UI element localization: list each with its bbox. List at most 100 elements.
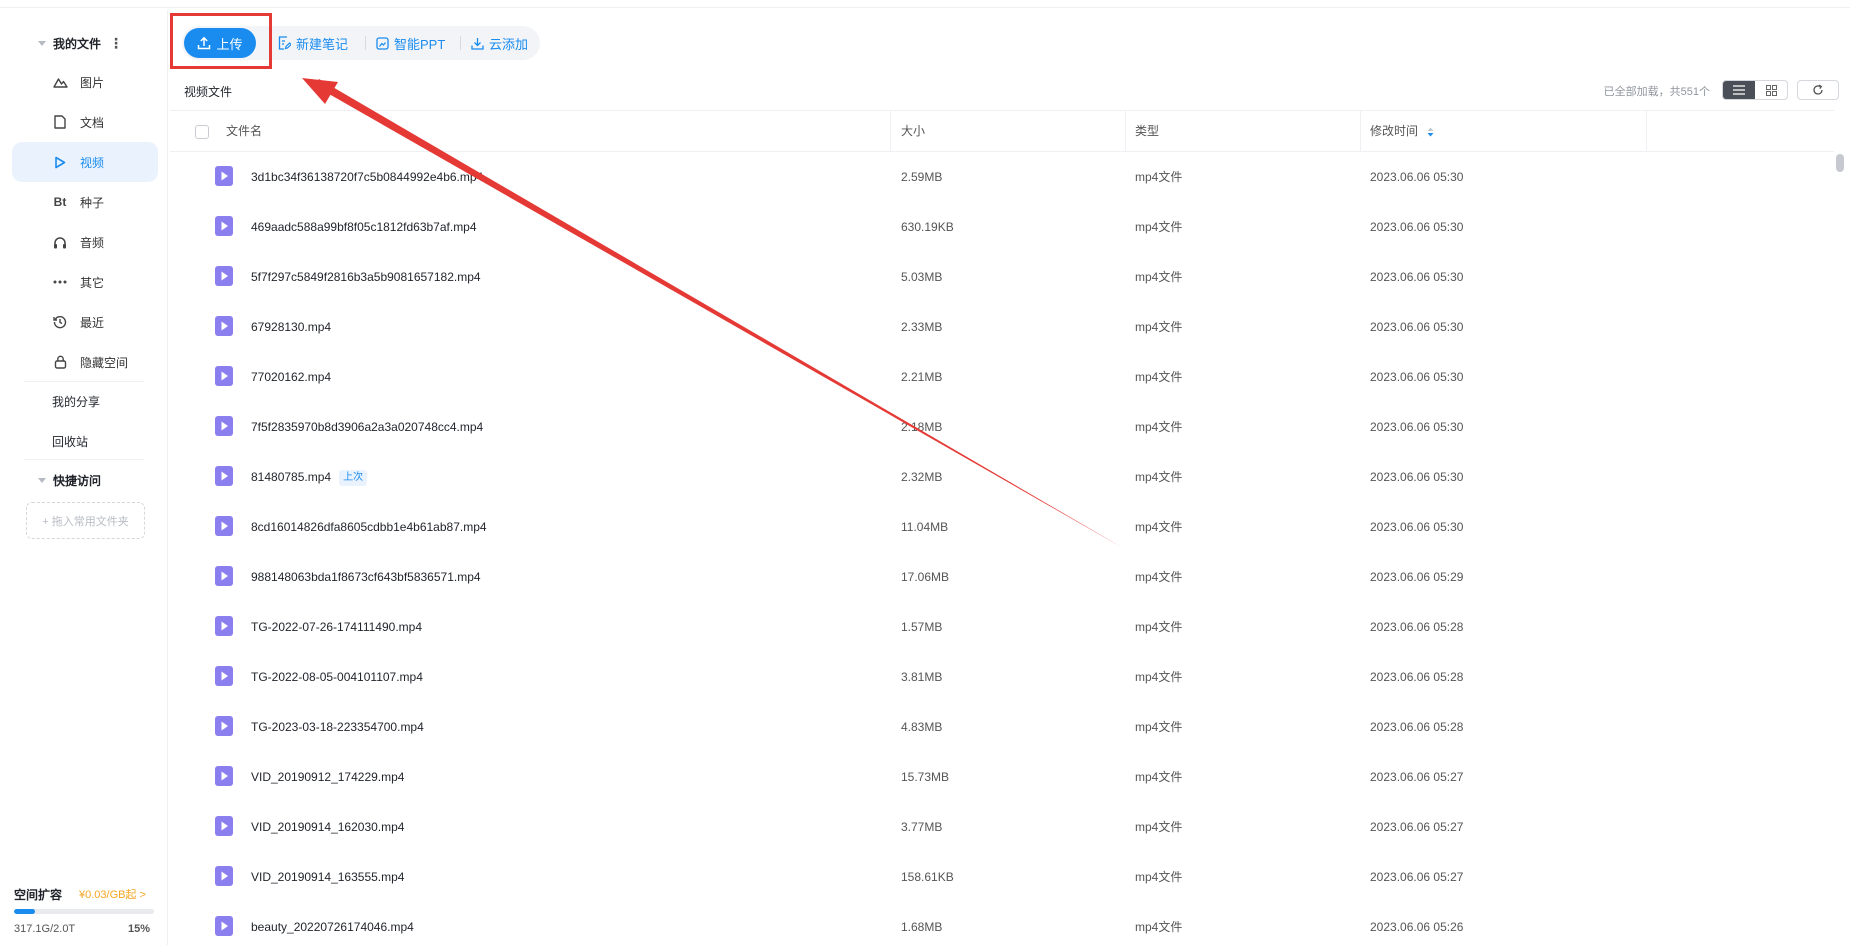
file-modified: 2023.06.06 05:28 (1370, 670, 1464, 684)
file-name[interactable]: 988148063bda1f8673cf643bf5836571.mp4 (251, 552, 481, 602)
quick-access-label: 快捷访问 (53, 473, 102, 488)
table-row[interactable]: 77020162.mp4 2.21MB mp4文件 2023.06.06 05:30 (170, 352, 1834, 402)
file-name[interactable]: TG-2022-08-05-004101107.mp4 (251, 652, 423, 702)
file-name[interactable]: TG-2023-03-18-223354700.mp4 (251, 702, 424, 752)
table-row[interactable]: VID_20190914_162030.mp4 3.77MB mp4文件 2023.0… (170, 802, 1834, 852)
quota-price-link[interactable]: ¥0.03/GB起 > (79, 886, 146, 902)
sidebar-item-audio[interactable]: 音频 (12, 222, 158, 262)
quick-access-header[interactable]: 快捷访问 (0, 469, 101, 491)
sidebar-item-hidden-space[interactable]: 隐藏空间 (12, 342, 158, 382)
collapse-triangle-icon (38, 40, 46, 46)
table-row[interactable]: 7f5f2835970b8d3906a2a3a020748cc4.mp4 2.18… (170, 402, 1834, 452)
column-header-modified[interactable]: 修改时间 (1370, 111, 1434, 151)
file-name[interactable]: beauty_20220726174046.mp4 (251, 902, 414, 945)
quota-percent-text: 15% (128, 923, 151, 935)
table-row[interactable]: 988148063bda1f8673cf643bf5836571.mp4 17.0… (170, 552, 1834, 602)
view-toggle (1722, 80, 1788, 100)
table-row[interactable]: 5f7f297c5849f2816b3a5b9081657182.mp4 5.03… (170, 252, 1834, 302)
file-modified: 2023.06.06 05:30 (1370, 520, 1464, 534)
my-files-header[interactable]: 我的文件 ⋮ (0, 32, 123, 54)
file-name[interactable]: VID_20190912_174229.mp4 (251, 752, 404, 802)
column-header-type[interactable]: 类型 (1135, 111, 1159, 151)
file-name[interactable]: 67928130.mp4 (251, 302, 331, 352)
pin-folder-dropzone[interactable]: + 拖入常用文件夹 (26, 502, 145, 539)
column-divider (1360, 111, 1361, 151)
toolbar-separator (460, 36, 461, 50)
file-size: 3.77MB (901, 820, 943, 834)
file-size: 1.68MB (901, 920, 943, 934)
file-size: 11.04MB (901, 520, 949, 534)
breadcrumb: 视频文件 (184, 85, 233, 99)
table-row[interactable]: 67928130.mp4 2.33MB mp4文件 2023.06.06 05:30 (170, 302, 1834, 352)
annotation-arrow-head (302, 78, 338, 104)
table-row[interactable]: 81480785.mp4 上次 2.32MB mp4文件 2023.06.06 05:3… (170, 452, 1834, 502)
sidebar-item-label: 视频 (80, 155, 105, 170)
table-row[interactable]: TG-2022-08-05-004101107.mp4 3.81MB mp4文件 20… (170, 652, 1834, 702)
video-file-icon (215, 766, 233, 786)
more-vertical-icon[interactable]: ⋮ (109, 36, 123, 50)
sidebar-item-label: 文档 (80, 115, 105, 130)
sort-icon (1427, 127, 1434, 137)
image-icon (52, 74, 68, 90)
sidebar-item-recycle-bin[interactable]: 回收站 (52, 432, 88, 452)
video-file-icon (215, 566, 233, 586)
smart-ppt-button[interactable]: 智能PPT (376, 28, 445, 58)
sidebar-item-my-share[interactable]: 我的分享 (52, 392, 100, 412)
scrollbar-thumb[interactable] (1836, 154, 1844, 172)
file-name[interactable]: TG-2022-07-26-174111490.mp4 (251, 602, 422, 652)
column-header-size[interactable]: 大小 (901, 111, 925, 151)
play-icon (52, 154, 68, 170)
sidebar-item-others[interactable]: 其它 (12, 262, 158, 302)
sidebar-item-label: 隐藏空间 (80, 355, 129, 370)
file-modified: 2023.06.06 05:28 (1370, 620, 1464, 634)
column-header-name[interactable]: 文件名 (226, 111, 262, 151)
sidebar-divider (24, 459, 144, 460)
file-modified: 2023.06.06 05:30 (1370, 370, 1464, 384)
sidebar-item-recent[interactable]: 最近 (12, 302, 158, 342)
file-name-text: 67928130.mp4 (251, 320, 332, 334)
file-name[interactable]: 8cd16014826dfa8605cdbb1e4b61ab87.mp4 (251, 502, 487, 552)
list-view-button[interactable] (1723, 81, 1755, 99)
table-row[interactable]: VID_20190912_174229.mp4 15.73MB mp4文件 2023.… (170, 752, 1834, 802)
file-name-text: VID_20190914_163555.mp4 (251, 870, 405, 884)
sidebar-item-label: 最近 (80, 315, 105, 330)
video-file-icon (215, 816, 233, 836)
file-name[interactable]: 3d1bc34f36138720f7c5b0844992e4b6.mp4 (251, 152, 483, 202)
file-name-text: 469aadc588a99bf8f05c1812fd63b7af.mp4 (251, 220, 477, 234)
table-row[interactable]: 3d1bc34f36138720f7c5b0844992e4b6.mp4 2.59… (170, 152, 1834, 202)
table-row[interactable]: beauty_20220726174046.mp4 1.68MB mp4文件 2023… (170, 902, 1834, 945)
grid-view-button[interactable] (1755, 81, 1787, 99)
sidebar-item-documents[interactable]: 文档 (12, 102, 158, 142)
file-name[interactable]: VID_20190914_163555.mp4 (251, 852, 404, 902)
file-name[interactable]: VID_20190914_162030.mp4 (251, 802, 404, 852)
table-row[interactable]: VID_20190914_163555.mp4 158.61KB mp4文件 2023… (170, 852, 1834, 902)
table-header: 文件名 大小 类型 修改时间 (170, 110, 1834, 152)
last-opened-badge: 上次 (339, 469, 368, 486)
file-name[interactable]: 469aadc588a99bf8f05c1812fd63b7af.mp4 (251, 202, 477, 252)
file-name[interactable]: 77020162.mp4 (251, 352, 331, 402)
file-name[interactable]: 81480785.mp4 上次 (251, 452, 368, 502)
file-name[interactable]: 7f5f2835970b8d3906a2a3a020748cc4.mp4 (251, 402, 483, 452)
file-type: mp4文件 (1135, 820, 1183, 834)
table-row[interactable]: 8cd16014826dfa8605cdbb1e4b61ab87.mp4 11.0… (170, 502, 1834, 552)
cloud-add-button[interactable]: 云添加 (471, 28, 528, 58)
select-all-checkbox[interactable] (195, 125, 209, 139)
quota-progress-fill (14, 909, 35, 914)
sidebar-item-images[interactable]: 图片 (12, 62, 158, 102)
video-file-icon (215, 166, 233, 186)
file-type: mp4文件 (1135, 770, 1183, 784)
sidebar-item-videos[interactable]: 视频 (12, 142, 158, 182)
file-modified: 2023.06.06 05:29 (1370, 570, 1464, 584)
file-name[interactable]: 5f7f297c5849f2816b3a5b9081657182.mp4 (251, 252, 481, 302)
file-type: mp4文件 (1135, 920, 1183, 934)
table-row[interactable]: 469aadc588a99bf8f05c1812fd63b7af.mp4 630.… (170, 202, 1834, 252)
document-icon (52, 114, 68, 130)
sidebar-item-torrents[interactable]: Bt 种子 (12, 182, 158, 222)
file-name-text: 77020162.mp4 (251, 370, 332, 384)
table-row[interactable]: TG-2022-07-26-174111490.mp4 1.57MB mp4文件 20… (170, 602, 1834, 652)
new-note-button[interactable]: 新建笔记 (278, 28, 348, 58)
table-row[interactable]: TG-2023-03-18-223354700.mp4 4.83MB mp4文件 20… (170, 702, 1834, 752)
refresh-button[interactable] (1797, 80, 1839, 100)
file-modified: 2023.06.06 05:30 (1370, 420, 1464, 434)
column-divider (1125, 111, 1126, 151)
